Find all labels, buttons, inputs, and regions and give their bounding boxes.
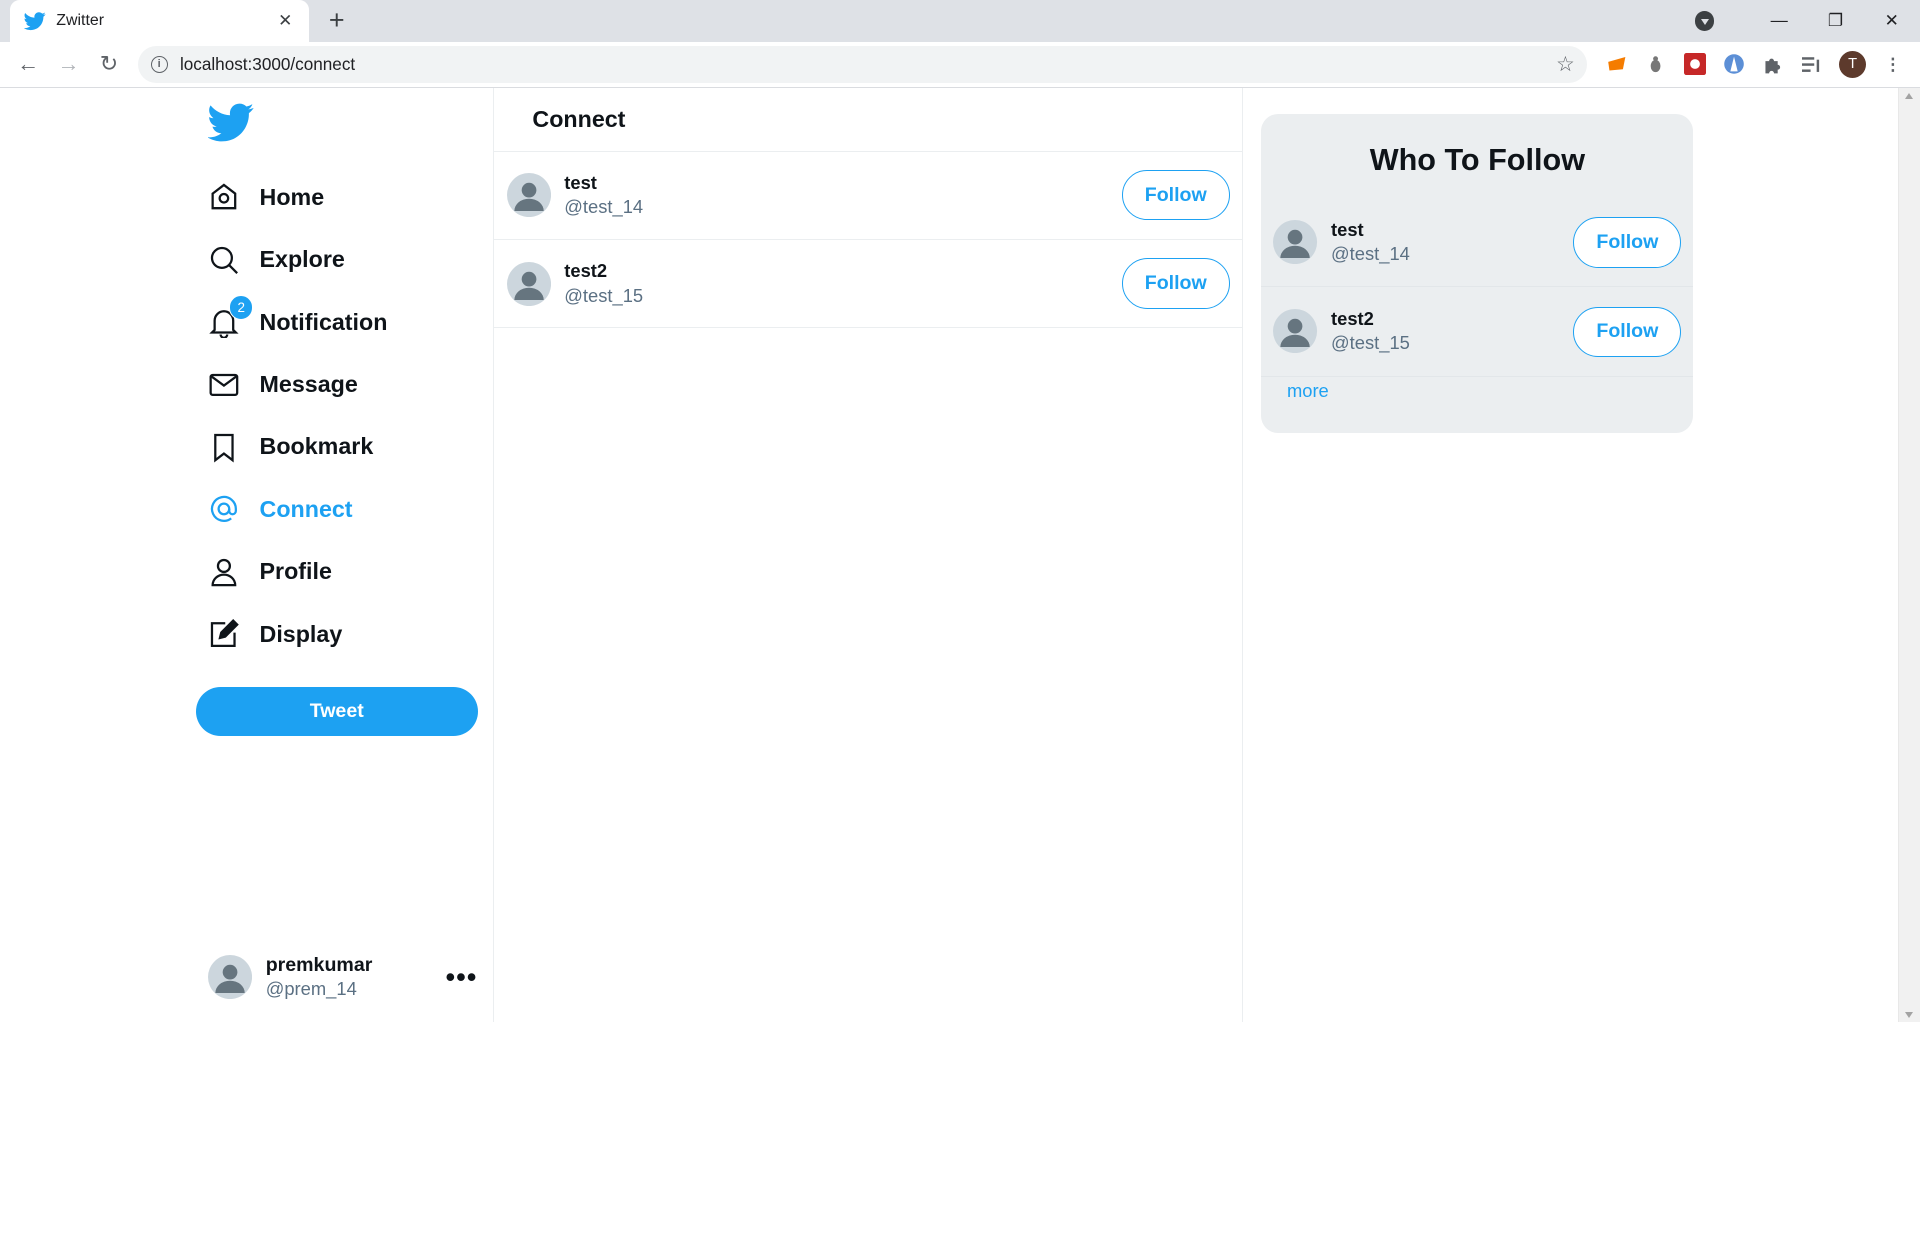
extensions-puzzle-icon[interactable] xyxy=(1761,52,1785,76)
page-title: Connect xyxy=(532,105,626,132)
sidebar-item-label: Profile xyxy=(259,558,332,585)
list-item[interactable]: test2 @test_15 Follow xyxy=(1261,287,1694,377)
account-handle: @prem_14 xyxy=(265,978,357,1000)
sidebar-item-label: Connect xyxy=(259,495,353,522)
follow-button[interactable]: Follow xyxy=(1121,170,1230,221)
extension-red-icon[interactable] xyxy=(1682,52,1706,76)
follow-button[interactable]: Follow xyxy=(1573,306,1682,357)
browser-profile-avatar[interactable]: T xyxy=(1839,50,1867,78)
user-handle: @test_14 xyxy=(1331,243,1410,264)
tweet-button[interactable]: Tweet xyxy=(195,686,478,736)
more-options-icon[interactable]: ••• xyxy=(446,962,478,993)
follow-button[interactable]: Follow xyxy=(1121,258,1230,309)
follow-button[interactable]: Follow xyxy=(1573,217,1682,268)
main-column: Connect test @test_14 Follow test2 @test… xyxy=(493,88,1243,1023)
avatar xyxy=(208,955,253,1000)
tab-search-icon[interactable] xyxy=(1694,11,1715,31)
account-switcher[interactable]: premkumar @prem_14 ••• xyxy=(208,950,477,1004)
sidebar-item-label: Home xyxy=(259,183,325,210)
avatar xyxy=(506,173,551,218)
sidebar-item-bookmark[interactable]: Bookmark xyxy=(208,422,373,471)
sidebar-item-profile[interactable]: Profile xyxy=(208,547,332,596)
user-handle: @test_15 xyxy=(564,284,644,306)
account-name: premkumar xyxy=(265,953,373,976)
avatar xyxy=(1273,309,1318,354)
window-controls: — ❐ ✕ xyxy=(1694,0,1920,42)
user-info: test @test_14 xyxy=(564,171,643,220)
bookmark-star-icon[interactable]: ☆ xyxy=(1556,52,1575,77)
sidebar-item-label: Message xyxy=(259,370,358,397)
user-handle: @test_14 xyxy=(564,196,644,218)
home-icon xyxy=(208,181,240,213)
edit-icon xyxy=(208,618,240,650)
app-root: Home Explore 2 Notification Message Book… xyxy=(0,88,1898,1023)
user-info: test2 @test_15 xyxy=(1331,307,1410,356)
new-tab-button[interactable]: + xyxy=(321,5,353,35)
bell-icon: 2 xyxy=(208,295,254,339)
sidebar-item-notification[interactable]: 2 Notification xyxy=(208,295,388,347)
tab-bar: Zwitter ✕ + — ❐ ✕ xyxy=(0,0,1920,42)
user-name: test xyxy=(564,171,597,193)
sidebar-item-label: Bookmark xyxy=(259,433,374,460)
user-name: test2 xyxy=(564,260,608,282)
user-name: test2 xyxy=(1331,307,1374,329)
sidebar-item-display[interactable]: Display xyxy=(208,610,342,659)
sidebar-item-connect[interactable]: Connect xyxy=(208,485,353,534)
sidebar-item-message[interactable]: Message xyxy=(208,360,358,409)
list-item[interactable]: test @test_14 Follow xyxy=(1261,198,1694,288)
reload-icon[interactable]: ↻ xyxy=(91,46,128,83)
browser-toolbar: ← → ↻ i localhost:3000/connect ☆ T ⋮ xyxy=(0,41,1920,89)
sidebar-item-home[interactable]: Home xyxy=(208,173,324,222)
panel-title: Who To Follow xyxy=(1369,143,1586,178)
search-icon xyxy=(208,244,240,276)
sidebar-item-label: Display xyxy=(259,620,343,647)
user-info: test2 @test_15 xyxy=(564,259,643,308)
url-text[interactable]: localhost:3000/connect xyxy=(180,54,1556,75)
who-to-follow-panel: Who To Follow test @test_14 Follow test2… xyxy=(1261,113,1694,434)
user-icon xyxy=(208,556,240,588)
sidebar-item-label: Explore xyxy=(259,246,345,273)
twitter-logo-icon[interactable] xyxy=(208,103,255,142)
browser-tab[interactable]: Zwitter ✕ xyxy=(9,0,309,42)
extension-blue-icon[interactable] xyxy=(1722,52,1746,76)
at-icon xyxy=(208,493,240,525)
page-header: Connect xyxy=(494,88,1242,152)
extension-orange-icon[interactable] xyxy=(1604,52,1628,76)
user-name: test xyxy=(1331,218,1364,240)
restore-button[interactable]: ❐ xyxy=(1807,10,1863,31)
more-link[interactable]: more xyxy=(1287,380,1694,402)
forward-icon[interactable]: → xyxy=(50,46,87,83)
extension-bug-icon[interactable] xyxy=(1643,52,1667,76)
sidebar: Home Explore 2 Notification Message Book… xyxy=(195,88,494,1022)
notification-badge: 2 xyxy=(228,295,254,320)
avatar xyxy=(506,261,551,306)
close-tab-icon[interactable]: ✕ xyxy=(274,10,296,31)
list-item[interactable]: test2 @test_15 Follow xyxy=(494,240,1242,329)
list-item[interactable]: test @test_14 Follow xyxy=(494,152,1242,240)
browser-menu-icon[interactable]: ⋮ xyxy=(1881,52,1905,76)
address-bar[interactable]: i localhost:3000/connect ☆ xyxy=(138,46,1587,83)
mail-icon xyxy=(208,369,240,401)
reading-list-icon[interactable] xyxy=(1800,52,1824,76)
account-info: premkumar @prem_14 xyxy=(266,953,373,1002)
minimize-button[interactable]: — xyxy=(1751,10,1807,31)
sidebar-item-explore[interactable]: Explore xyxy=(208,235,345,284)
tab-title: Zwitter xyxy=(56,11,104,29)
sidebar-item-label: Notification xyxy=(259,308,388,335)
bookmark-icon xyxy=(208,431,240,463)
browser-window: Zwitter ✕ + — ❐ ✕ ← → ↻ i localhost:3000… xyxy=(0,0,1920,1023)
avatar xyxy=(1273,219,1318,265)
back-icon[interactable]: ← xyxy=(10,46,47,83)
user-handle: @test_15 xyxy=(1331,332,1410,354)
page-scrollbar[interactable] xyxy=(1897,88,1920,1023)
extensions-area: T ⋮ xyxy=(1604,50,1905,78)
twitter-bird-icon xyxy=(24,12,47,30)
close-window-button[interactable]: ✕ xyxy=(1864,10,1920,31)
user-info: test @test_14 xyxy=(1331,218,1410,267)
site-info-icon[interactable]: i xyxy=(150,55,168,73)
